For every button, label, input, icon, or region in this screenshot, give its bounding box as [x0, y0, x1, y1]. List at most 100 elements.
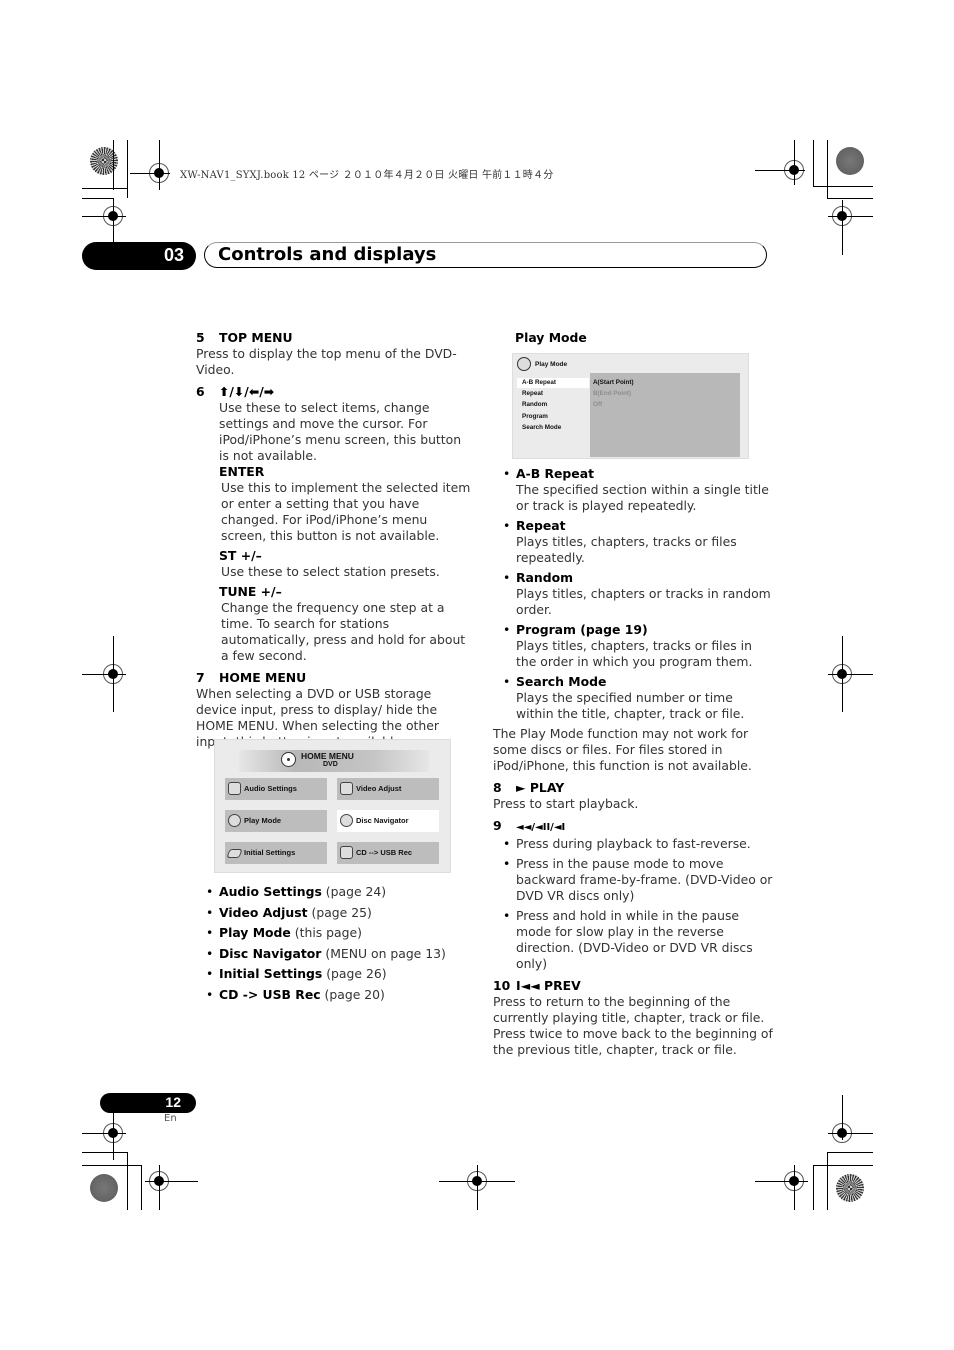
list-item: Video Adjust (page 25): [196, 903, 471, 924]
bullet-item: Press during playback to fast-reverse.: [493, 836, 773, 852]
home-menu-screen: HOME MENU DVD Audio Settings Video Adjus…: [214, 739, 451, 873]
crop-line: [755, 1181, 808, 1182]
home-menu-audio-settings[interactable]: Audio Settings: [225, 778, 327, 800]
button-label: Disc Navigator: [356, 816, 409, 825]
play-mode-disc-icon: [228, 814, 241, 827]
page-reference-link[interactable]: (page 20): [325, 987, 385, 1002]
color-registration-dot-icon: [90, 1174, 118, 1202]
page-reference-link[interactable]: (page 25): [312, 905, 372, 920]
page-reference-link[interactable]: (page 26): [326, 966, 386, 981]
page-reference-link[interactable]: (this page): [295, 925, 362, 940]
list-item: Play Mode (this page): [196, 923, 471, 944]
home-menu-video-adjust[interactable]: Video Adjust: [337, 778, 439, 800]
crop-line: [159, 1165, 160, 1210]
mode-item: Random: [493, 570, 773, 586]
crop-line: [828, 1133, 873, 1134]
mode-item: Repeat: [493, 518, 773, 534]
play-mode-item-ab-repeat[interactable]: A-B Repeat: [517, 378, 589, 388]
option-start-point[interactable]: A(Start Point): [593, 378, 634, 388]
play-mode-item-program[interactable]: Program: [517, 412, 589, 422]
home-menu-cd-usb-rec[interactable]: CD --> USB Rec: [337, 842, 439, 864]
page-reference-link[interactable]: (MENU on page 13): [325, 946, 446, 961]
mode-name: Program (page 19): [516, 622, 648, 637]
play-mode-note: The Play Mode function may not work for …: [493, 726, 752, 773]
crop-line: [794, 140, 795, 185]
home-menu-title: HOME MENU: [301, 751, 354, 761]
mode-description: The specified section within a single ti…: [516, 482, 769, 513]
crop-line: [842, 1095, 843, 1140]
st-heading: ST +/–: [219, 548, 262, 563]
mode-item: Search Mode: [493, 674, 773, 690]
crop-line: [828, 674, 873, 675]
play-mode-item-repeat[interactable]: Repeat: [517, 389, 589, 399]
crop-line: [82, 1152, 128, 1153]
crop-line: [82, 216, 126, 217]
color-registration-starburst-icon: [836, 1174, 864, 1202]
list-item: Disc Navigator (MENU on page 13): [196, 944, 471, 965]
crop-line: [842, 200, 843, 255]
tune-text: Change the frequency one step at a time.…: [221, 600, 466, 663]
item-number: 8: [493, 780, 502, 795]
mode-name: A-B Repeat: [516, 466, 594, 481]
crop-line: [827, 198, 873, 199]
color-registration-dot-icon: [836, 147, 864, 175]
crop-line: [813, 140, 814, 187]
list-item: Initial Settings (page 26): [196, 964, 471, 985]
crop-line: [755, 170, 805, 171]
arrow-keys-icon: ⬆/⬇/⬅/➡: [219, 384, 275, 399]
item-number: 10: [493, 978, 511, 993]
item-number: 7: [196, 670, 205, 685]
crop-line: [82, 198, 114, 199]
list-item: Audio Settings (page 24): [196, 882, 471, 903]
crop-line: [82, 1133, 126, 1134]
crop-line: [842, 636, 843, 712]
bullet-text: Press in the pause mode to move backward…: [516, 856, 773, 903]
home-menu-initial-settings[interactable]: Initial Settings: [225, 842, 327, 864]
home-menu-play-mode[interactable]: Play Mode: [225, 810, 327, 832]
play-icon: ► PLAY: [516, 780, 565, 795]
bullet-text: Press and hold in while in the pause mod…: [516, 908, 753, 971]
crop-line: [159, 140, 160, 190]
print-slug-header: XW-NAV1_SYXJ.book 12 ページ ２０１０年４月２０日 火曜日 …: [180, 170, 554, 181]
option-end-point[interactable]: B(End Point): [593, 389, 631, 399]
item-8-text: Press to start playback.: [493, 796, 639, 811]
item-10-heading: 10 I◄◄ PREV: [493, 978, 773, 994]
chapter-title: Controls and displays: [218, 244, 437, 265]
list-item-name: Play Mode: [219, 925, 291, 941]
crop-line: [127, 1152, 128, 1210]
play-mode-disc-icon: [517, 357, 531, 371]
home-menu-title-bar: HOME MENU DVD: [239, 750, 429, 772]
item-title: HOME MENU: [219, 670, 307, 685]
usb-rec-icon: [340, 846, 353, 859]
item-7-heading: 7 HOME MENU: [196, 670, 471, 686]
crop-line: [82, 188, 128, 189]
list-item: CD -> USB Rec (page 20): [196, 985, 471, 1006]
page-number: 12: [165, 1094, 181, 1110]
mode-name: Repeat: [516, 518, 566, 533]
crop-line: [113, 636, 114, 712]
play-mode-item-random[interactable]: Random: [517, 400, 589, 410]
chapter-number: 03: [163, 245, 184, 265]
home-menu-disc-navigator[interactable]: Disc Navigator: [337, 810, 439, 832]
item-number: 6: [196, 384, 205, 399]
button-label: Initial Settings: [244, 848, 296, 857]
home-menu-subtitle: DVD: [323, 761, 338, 768]
page-language: En: [164, 1113, 177, 1124]
button-label: Play Mode: [244, 816, 282, 825]
bullet-text: Press during playback to fast-reverse.: [516, 836, 751, 851]
page-reference-link[interactable]: (page 24): [326, 884, 386, 899]
reverse-icons: ◄◄/◄II/◄I: [516, 822, 566, 833]
crop-line: [477, 1165, 478, 1210]
item-10-text: Press to return to the beginning of the …: [493, 994, 773, 1057]
item-6-heading: 6 ⬆/⬇/⬅/➡: [196, 384, 471, 400]
page-number-badge: 12: [100, 1093, 196, 1113]
prev-icon: I◄◄ PREV: [516, 978, 581, 993]
option-off[interactable]: Off: [593, 400, 602, 410]
settings-tray-icon: [226, 849, 243, 858]
crop-line: [127, 140, 128, 198]
play-mode-item-search-mode[interactable]: Search Mode: [517, 423, 589, 433]
mode-description: Plays titles, chapters, tracks or files …: [516, 638, 753, 669]
mode-name: Random: [516, 570, 574, 585]
speaker-icon: [228, 782, 241, 795]
item-6-text: Use these to select items, change settin…: [219, 400, 462, 463]
